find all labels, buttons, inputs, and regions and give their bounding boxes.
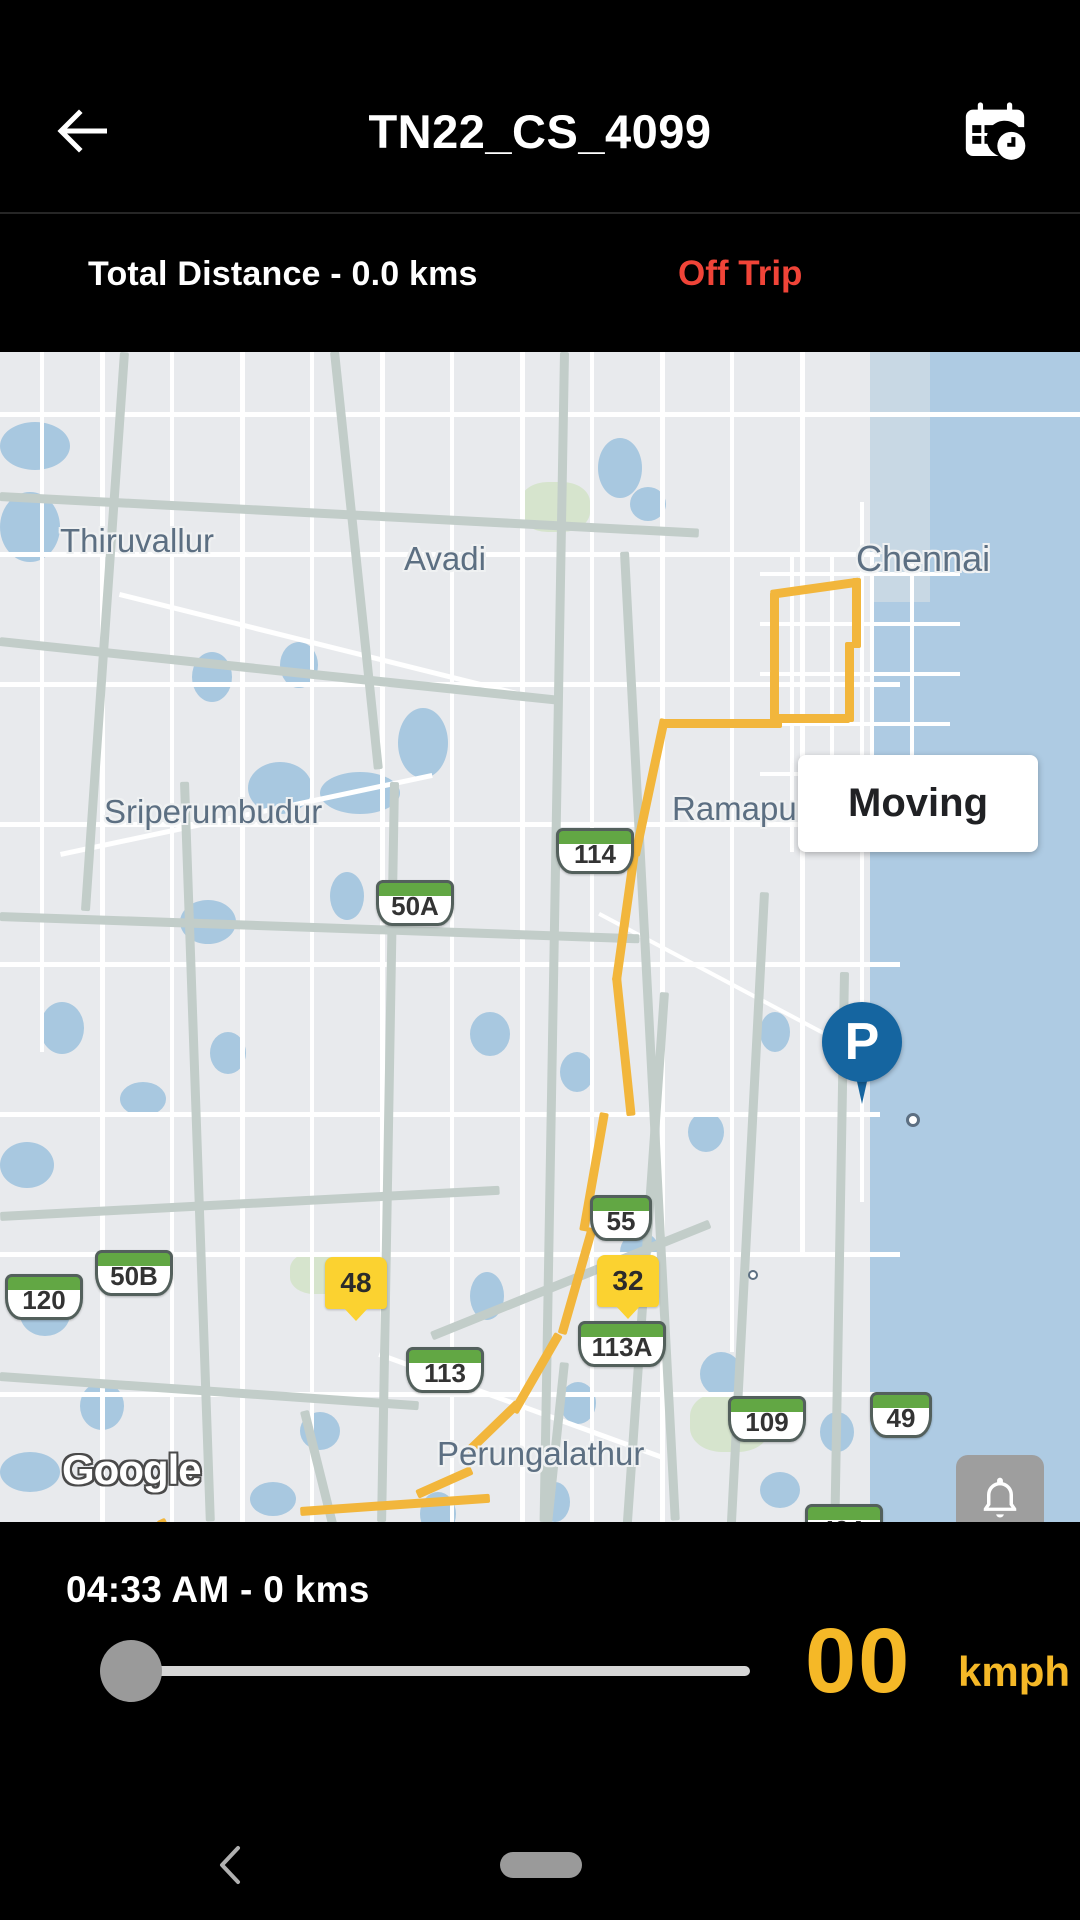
notifications-button[interactable]: [956, 1455, 1044, 1522]
lake: [688, 1112, 724, 1152]
stats-bar: Total Distance - 0.0 kms Off Trip: [0, 214, 1080, 352]
lake: [0, 1452, 60, 1492]
highway-shield: 49: [870, 1392, 932, 1438]
map-label: Avadi: [404, 540, 486, 577]
highway-shield: 49A: [805, 1504, 883, 1522]
marker-letter: P: [844, 1013, 880, 1071]
calendar-clock-icon: [965, 102, 1028, 163]
page-title: TN22_CS_4099: [368, 105, 712, 158]
speed-unit: kmph: [958, 1648, 1071, 1695]
playback-slider[interactable]: [50, 1640, 750, 1702]
google-watermark: Google: [62, 1446, 202, 1493]
highway-shield: 50A: [376, 880, 454, 926]
android-nav-bar: [0, 1810, 1080, 1920]
speed-value: 00: [805, 1610, 912, 1712]
lake: [398, 708, 448, 778]
lake: [760, 1472, 800, 1508]
lake: [250, 1482, 296, 1516]
highway-shield: 50B: [95, 1250, 173, 1296]
lake: [40, 1002, 84, 1054]
poi-dot: [748, 1270, 758, 1280]
vehicle-marker[interactable]: P: [822, 1002, 902, 1106]
lake: [598, 438, 642, 498]
parking-pin-icon: P: [822, 1002, 902, 1082]
app-bar: TN22_CS_4099: [0, 0, 1080, 214]
trip-status-badge: Off Trip: [678, 254, 803, 293]
route-shield: 48: [325, 1257, 387, 1321]
highway-shield: 114: [556, 828, 634, 874]
nav-home-pill[interactable]: [500, 1852, 582, 1878]
highway-shield: 120: [5, 1274, 83, 1320]
slider-thumb[interactable]: [100, 1640, 162, 1702]
movement-status-badge[interactable]: Moving: [798, 755, 1038, 852]
app-root: TN22_CS_4099 Total Distance - 0.0 kms Of…: [0, 0, 1080, 1920]
total-distance-label: Total Distance - 0.0 kms: [88, 255, 478, 293]
lake: [120, 1082, 166, 1116]
slider-track[interactable]: [110, 1666, 750, 1676]
poi-dot: [906, 1113, 920, 1127]
lake: [0, 1142, 54, 1188]
map-view[interactable]: Thiruvallur Avadi Chennai Ramapuram Srip…: [0, 352, 1080, 1522]
lake: [470, 1012, 510, 1056]
nav-back-button[interactable]: [212, 1842, 258, 1888]
lake: [0, 422, 70, 470]
bell-icon: [983, 1477, 1017, 1518]
highway-shield: 109: [728, 1396, 806, 1442]
calendar-history-button[interactable]: [952, 95, 1038, 171]
map-label: Chennai: [856, 538, 991, 579]
map-label: Perungalathur: [437, 1435, 645, 1472]
map-label: Sriperumbudur: [104, 793, 323, 830]
nav-back-icon: [220, 1846, 240, 1884]
lake: [560, 1052, 594, 1092]
highway-shield: 55: [590, 1195, 652, 1241]
lake: [760, 1012, 790, 1052]
map-label: Thiruvallur: [60, 522, 215, 559]
trip-time-distance-label: 04:33 AM - 0 kms: [66, 1569, 370, 1610]
route-shield: 32: [597, 1255, 659, 1319]
highway-shield: 113: [406, 1347, 484, 1393]
highway-shield: 113A: [578, 1321, 666, 1367]
map-canvas: Thiruvallur Avadi Chennai Ramapuram Srip…: [0, 352, 1080, 1522]
lake: [330, 872, 364, 920]
